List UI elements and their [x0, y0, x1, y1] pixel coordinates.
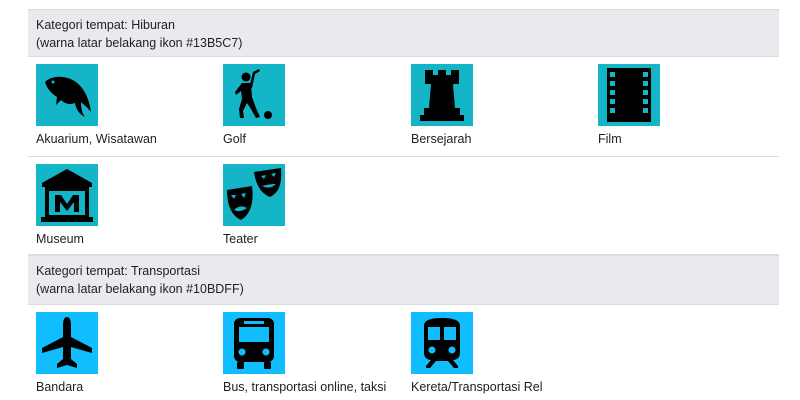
airplane-icon: [36, 312, 98, 374]
icon-row: Museum Teater: [28, 157, 779, 255]
icon-label: Bersejarah: [411, 132, 472, 146]
golfer-icon: [223, 64, 285, 126]
theater-masks-icon: [223, 164, 285, 226]
section-header-hiburan: Kategori tempat: Hiburan (warna latar be…: [28, 9, 779, 57]
icon-label: Teater: [223, 232, 258, 246]
section-subtitle: (warna latar belakang ikon #13B5C7): [36, 36, 243, 50]
icon-label: Film: [598, 132, 622, 146]
section-title: Kategori tempat: Transportasi: [36, 264, 200, 278]
museum-icon: [36, 164, 98, 226]
castle-tower-icon: [411, 64, 473, 126]
icon-label: Bus, transportasi online, taksi: [223, 380, 387, 394]
icon-label: Akuarium, Wisatawan: [36, 132, 157, 146]
icon-row: Bandara Bus, transportasi online, taksi: [28, 305, 779, 400]
icon-label: Bandara: [36, 380, 84, 394]
film-strip-icon: [598, 64, 660, 126]
icon-category-page: Kategori tempat: Hiburan (warna latar be…: [0, 0, 800, 400]
icon-label: Museum: [36, 232, 84, 246]
section-header-transportasi: Kategori tempat: Transportasi (warna lat…: [28, 255, 779, 305]
dolphin-icon: [36, 64, 98, 126]
section-subtitle: (warna latar belakang ikon #10BDFF): [36, 282, 244, 296]
icon-label: Golf: [223, 132, 246, 146]
bus-icon: [223, 312, 285, 374]
icon-row: Akuarium, Wisatawan Golf Bersejarah Film: [28, 57, 779, 157]
section-title: Kategori tempat: Hiburan: [36, 18, 175, 32]
train-icon: [411, 312, 473, 374]
icon-label: Kereta/Transportasi Rel: [411, 380, 543, 394]
